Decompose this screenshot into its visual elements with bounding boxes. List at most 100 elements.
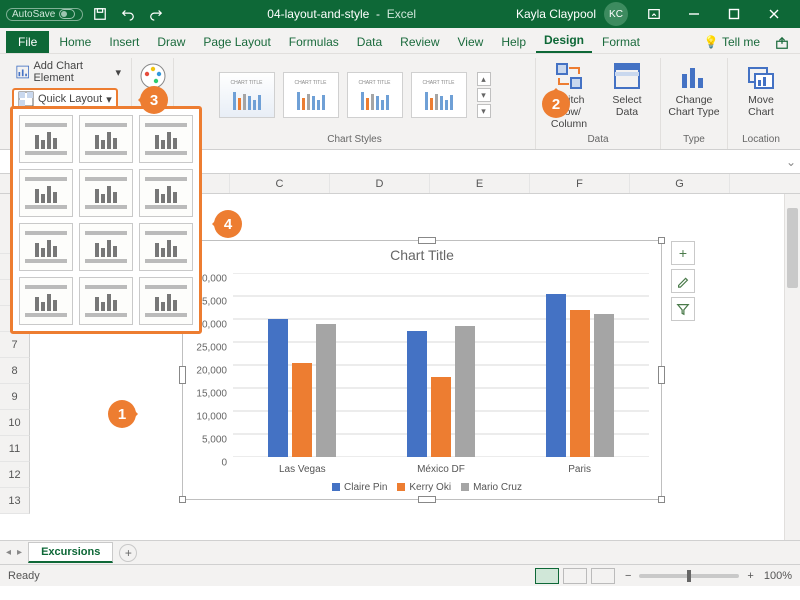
chart-elements-button[interactable]: + [671, 241, 695, 265]
chart-plot-area[interactable]: 05,00010,00015,00020,00025,00030,00035,0… [233, 273, 649, 457]
chart-element-icon [16, 64, 29, 80]
move-chart-button[interactable]: MoveChart [734, 58, 788, 118]
save-icon[interactable] [89, 3, 111, 25]
zoom-out-button[interactable]: − [625, 570, 631, 582]
resize-handle[interactable] [418, 237, 436, 244]
col-f[interactable]: F [530, 174, 630, 193]
expand-formula-icon[interactable]: ⌄ [782, 155, 800, 169]
view-page-break-icon[interactable] [591, 568, 615, 584]
layout-option-6[interactable] [139, 169, 193, 217]
chart-object[interactable]: Chart Title 05,00010,00015,00020,00025,0… [182, 240, 662, 500]
maximize-icon[interactable] [714, 0, 754, 28]
close-icon[interactable] [754, 0, 794, 28]
quick-layout-gallery: /* cells rendered below */ [10, 106, 202, 334]
callout-3: 3 [140, 86, 168, 114]
chart-bars [233, 273, 649, 457]
undo-icon[interactable] [117, 3, 139, 25]
change-chart-type-icon [678, 60, 710, 92]
chart-style-2[interactable]: CHART TITLE [283, 72, 339, 118]
col-c[interactable]: C [230, 174, 330, 193]
callout-1: 1 [108, 400, 136, 428]
select-data-button[interactable]: SelectData [600, 58, 654, 118]
autosave-toggle[interactable]: AutoSave [6, 8, 83, 21]
style-scroll[interactable]: ▴ ▾ ▾ [477, 72, 491, 118]
tab-insert[interactable]: Insert [101, 31, 147, 53]
sheet-tab-excursions[interactable]: Excursions [28, 542, 113, 563]
change-chart-type-button[interactable]: ChangeChart Type [667, 58, 721, 118]
quick-layout-icon [18, 91, 34, 107]
layout-option-3[interactable] [139, 115, 193, 163]
group-data: Data [587, 132, 608, 149]
select-data-icon [611, 60, 643, 92]
tab-view[interactable]: View [450, 31, 492, 53]
tab-file[interactable]: File [6, 31, 49, 53]
resize-handle[interactable] [658, 366, 665, 384]
group-location: Location [742, 132, 780, 149]
zoom-slider[interactable] [639, 574, 739, 578]
title-bar: AutoSave 04-layout-and-style - Excel Kay… [0, 0, 800, 28]
callout-4: 4 [214, 210, 242, 238]
layout-option-10[interactable] [19, 277, 73, 325]
zoom-in-button[interactable]: + [747, 570, 753, 582]
ribbon-options-icon[interactable] [634, 0, 674, 28]
chart-side-buttons: + [671, 241, 695, 321]
redo-icon[interactable] [145, 3, 167, 25]
chart-title[interactable]: Chart Title [183, 241, 661, 265]
zoom-level[interactable]: 100% [764, 570, 792, 582]
avatar[interactable]: KC [604, 2, 628, 26]
callout-2: 2 [542, 90, 570, 118]
tell-me[interactable]: 💡 Tell me [696, 31, 768, 53]
layout-option-2[interactable] [79, 115, 133, 163]
chart-style-3[interactable]: CHART TITLE [347, 72, 403, 118]
share-icon[interactable] [770, 36, 794, 53]
layout-option-5[interactable] [79, 169, 133, 217]
resize-handle[interactable] [418, 496, 436, 503]
layout-option-7[interactable] [19, 223, 73, 271]
chart-styles-button[interactable] [671, 269, 695, 293]
chevron-up-icon[interactable]: ▴ [477, 72, 491, 86]
window-title: 04-layout-and-style - Excel [167, 7, 516, 21]
tab-draw[interactable]: Draw [149, 31, 193, 53]
layout-option-9[interactable] [139, 223, 193, 271]
chart-legend[interactable]: Claire PinKerry OkiMario Cruz [183, 482, 661, 493]
tab-page-layout[interactable]: Page Layout [195, 31, 278, 53]
expand-gallery-icon[interactable]: ▾ [477, 104, 491, 118]
layout-option-1[interactable] [19, 115, 73, 163]
vertical-scrollbar[interactable] [784, 194, 800, 540]
tab-review[interactable]: Review [392, 31, 447, 53]
col-d[interactable]: D [330, 174, 430, 193]
tab-help[interactable]: Help [493, 31, 534, 53]
autosave-label: AutoSave [12, 9, 55, 20]
chevron-down-icon[interactable]: ▾ [477, 88, 491, 102]
formula-input[interactable] [142, 151, 782, 173]
add-sheet-button[interactable]: + [119, 544, 137, 562]
layout-option-8[interactable] [79, 223, 133, 271]
tab-home[interactable]: Home [51, 31, 99, 53]
col-e[interactable]: E [430, 174, 530, 193]
minimize-icon[interactable] [674, 0, 714, 28]
tab-nav-prev-icon[interactable]: ◂ [6, 547, 11, 558]
layout-option-11[interactable] [79, 277, 133, 325]
resize-handle[interactable] [658, 496, 665, 503]
layout-option-4[interactable] [19, 169, 73, 217]
resize-handle[interactable] [658, 237, 665, 244]
chart-style-4[interactable]: CHART TITLE [411, 72, 467, 118]
chart-style-1[interactable]: CHART TITLE [219, 72, 275, 118]
tab-design[interactable]: Design [536, 29, 592, 53]
tab-nav-next-icon[interactable]: ▸ [17, 547, 22, 558]
tab-data[interactable]: Data [349, 31, 390, 53]
tab-formulas[interactable]: Formulas [281, 31, 347, 53]
move-chart-icon [745, 60, 777, 92]
add-chart-element-button[interactable]: Add Chart Element ▾ [12, 58, 125, 86]
toggle-knob-icon [59, 9, 75, 19]
status-ready: Ready [8, 570, 40, 582]
resize-handle[interactable] [179, 496, 186, 503]
tab-format[interactable]: Format [594, 31, 648, 53]
view-normal-icon[interactable] [535, 568, 559, 584]
view-page-layout-icon[interactable] [563, 568, 587, 584]
resize-handle[interactable] [179, 366, 186, 384]
menu-bar: File Home Insert Draw Page Layout Formul… [0, 28, 800, 54]
layout-option-12[interactable] [139, 277, 193, 325]
chart-filters-button[interactable] [671, 297, 695, 321]
col-g[interactable]: G [630, 174, 730, 193]
